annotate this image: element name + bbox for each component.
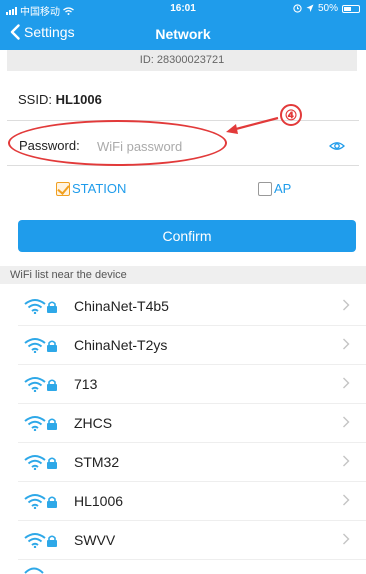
divider [7, 165, 359, 166]
chevron-right-icon [343, 416, 350, 428]
wifi-lock-icon [24, 338, 57, 353]
mode-selector: STATION AP [0, 181, 366, 201]
wifi-list-item[interactable]: HL1006 [0, 482, 366, 521]
ssid-row: SSID: HL1006 [18, 92, 102, 107]
confirm-button[interactable]: Confirm [18, 220, 356, 252]
wifi-lock-icon [24, 416, 57, 431]
wifi-icon [24, 567, 44, 574]
wifi-name: ChinaNet-T2ys [74, 337, 168, 353]
wifi-name: SWVV [74, 532, 116, 548]
divider [7, 120, 359, 121]
alarm-icon [293, 4, 302, 13]
wifi-list-item[interactable]: ChinaNet-T2ys [0, 326, 366, 365]
chevron-right-icon [343, 455, 350, 467]
status-bar: 中国移动 16:01 50% [0, 0, 366, 18]
station-label: STATION [72, 181, 127, 196]
status-right: 50% [293, 3, 360, 14]
wifi-name: 713 [74, 376, 98, 392]
wifi-list-item[interactable]: SWVV [0, 521, 366, 560]
wifi-lock-icon [24, 299, 57, 314]
ssid-value: HL1006 [55, 92, 102, 107]
wifi-name: HL1006 [74, 493, 124, 509]
wifi-lock-icon [24, 377, 57, 392]
chevron-right-icon [343, 338, 350, 350]
wifi-list-item[interactable]: 713 [0, 365, 366, 404]
battery-icon [342, 4, 360, 13]
password-input[interactable] [97, 135, 297, 157]
wifi-lock-icon [24, 455, 57, 470]
wifi-list-item[interactable]: ZHCS [0, 404, 366, 443]
wifi-list-item[interactable]: ChinaNet-T4b5 [0, 287, 366, 326]
nav-bar: Settings Network [0, 18, 366, 50]
eye-icon[interactable] [329, 139, 345, 153]
station-checkbox[interactable] [56, 181, 70, 196]
battery-percent: 50% [317, 3, 338, 14]
chevron-right-icon [343, 494, 350, 506]
wifi-lock-icon [24, 494, 57, 509]
password-label: Password: [19, 138, 80, 153]
annotation-step-number: ④ [280, 104, 302, 126]
wifi-list-header: WiFi list near the device [0, 266, 366, 284]
chevron-right-icon [343, 533, 350, 545]
device-id: ID: 28300023721 [7, 50, 357, 71]
wifi-list-item[interactable]: STM32 [0, 443, 366, 482]
page-title: Network [155, 26, 211, 42]
wifi-lock-icon [24, 533, 57, 548]
wifi-list: ChinaNet-T4b5 ChinaNet-T2ys 713 ZHCS STM… [0, 287, 366, 560]
ap-option[interactable]: AP [258, 181, 291, 196]
ssid-label: SSID: [18, 92, 52, 107]
chevron-right-icon [343, 377, 350, 389]
station-option[interactable]: STATION [56, 181, 126, 196]
wifi-name: ZHCS [74, 415, 113, 431]
ap-checkbox[interactable] [258, 181, 272, 196]
wifi-name: ChinaNet-T4b5 [74, 298, 169, 314]
wifi-name: STM32 [74, 454, 120, 470]
divider [18, 559, 366, 560]
app-header: 中国移动 16:01 50% Settings Network [0, 0, 366, 50]
password-row: Password: [7, 132, 359, 160]
chevron-right-icon [343, 299, 350, 311]
location-icon [306, 4, 314, 12]
ap-label: AP [274, 181, 292, 196]
